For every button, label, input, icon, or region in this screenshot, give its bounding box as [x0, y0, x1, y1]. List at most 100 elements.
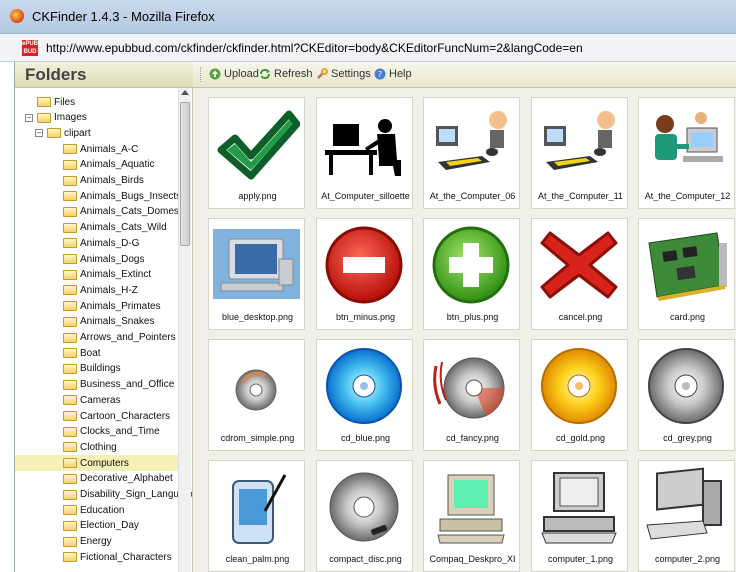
tree-folder-animals-h-z[interactable]: Animals_H-Z — [63, 282, 138, 298]
tree-folder-animals-bugs-insects[interactable]: Animals_Bugs_Insects — [63, 188, 181, 204]
folder-icon — [63, 191, 77, 202]
tree-folder-disability-sign-language[interactable]: Disability_Sign_Language — [63, 487, 192, 503]
circuit-card-icon — [643, 225, 730, 305]
file-thumbnail[interactable]: cd_gold.png — [531, 339, 628, 451]
tree-folder-animals-dogs[interactable]: Animals_Dogs — [63, 251, 144, 267]
tree-scrollbar[interactable] — [178, 88, 191, 572]
file-thumbnail[interactable]: At_the_Computer_12 — [638, 97, 735, 209]
people-at-computer-icon — [643, 104, 730, 184]
tree-folder-computers[interactable]: Computers — [15, 455, 178, 472]
file-thumbnail[interactable]: clean_palm.png — [208, 460, 305, 572]
folder-icon — [63, 316, 77, 327]
file-thumbnail[interactable]: At_the_Computer_11 — [531, 97, 628, 209]
file-thumbnail[interactable]: computer_1.png — [531, 460, 628, 572]
file-name: At_Computer_silloette — [321, 191, 410, 201]
file-thumbnail[interactable]: Compaq_Deskpro_XI — [423, 460, 520, 572]
file-thumbnail[interactable]: At_the_Computer_06 — [423, 97, 520, 209]
tree-folder-animals-aquatic[interactable]: Animals_Aquatic — [63, 157, 154, 173]
site-favicon-icon: ePUB BUD — [22, 40, 39, 56]
file-thumbnail[interactable]: compact_disc.png — [316, 460, 413, 572]
tree-folder-label: Animals_A-C — [80, 143, 139, 155]
folders-header: Folders — [15, 62, 193, 88]
window-title: CKFinder 1.4.3 - Mozilla Firefox — [32, 9, 215, 24]
tree-folder-arrows-and-pointers[interactable]: Arrows_and_Pointers — [63, 330, 176, 346]
help-button[interactable]: ? Help — [374, 68, 412, 80]
tree-folder-boat[interactable]: Boat — [63, 345, 101, 361]
tree-folder-buildings[interactable]: Buildings — [63, 361, 121, 377]
file-thumbnail[interactable]: cd_grey.png — [638, 339, 735, 451]
file-thumbnail[interactable]: computer_2.png — [638, 460, 735, 572]
wrench-icon — [317, 68, 328, 79]
settings-button[interactable]: Settings — [316, 68, 371, 80]
tree-folder-energy[interactable]: Energy — [63, 534, 112, 550]
file-thumbnail[interactable]: cd_fancy.png — [423, 339, 520, 451]
tree-folder-business-and-office[interactable]: Business_and_Office — [63, 377, 174, 393]
file-thumbnail[interactable]: cdrom_simple.png — [208, 339, 305, 451]
cd-icon — [536, 346, 623, 426]
refresh-label: Refresh — [274, 68, 313, 80]
computer-silhouette-icon — [321, 104, 408, 184]
tree-folder-animals-birds[interactable]: Animals_Birds — [63, 173, 144, 189]
file-name: cd_fancy.png — [446, 433, 499, 443]
tree-folder-images[interactable]: Images — [37, 110, 87, 126]
tree-folder-education[interactable]: Education — [63, 502, 124, 518]
tree-folder-animals-extinct[interactable]: Animals_Extinct — [63, 267, 151, 283]
url-field[interactable]: http://www.epubbud.com/ckfinder/ckfinder… — [46, 41, 583, 55]
file-thumbnail[interactable]: cancel.png — [531, 218, 628, 330]
tree-folder-label: Animals_Extinct — [80, 269, 152, 281]
tree-folder-animals-a-c[interactable]: Animals_A-C — [63, 141, 138, 157]
tree-folder-animals-cats-domestic[interactable]: Animals_Cats_Domestic — [63, 204, 189, 220]
tree-folder-decorative-alphabet[interactable]: Decorative_Alphabet — [63, 471, 173, 487]
pda-icon — [213, 467, 300, 547]
cd-icon — [213, 346, 300, 426]
file-thumbnail[interactable]: card.png — [638, 218, 735, 330]
tree-folder-label: Decorative_Alphabet — [80, 473, 173, 485]
upload-button[interactable]: Upload — [209, 68, 259, 80]
file-thumbnail[interactable]: btn_minus.png — [316, 218, 413, 330]
tree-folder-clothing[interactable]: Clothing — [63, 439, 117, 455]
cd-icon — [321, 346, 408, 426]
tree-folder-label: Education — [80, 504, 125, 516]
svg-text:?: ? — [378, 70, 382, 79]
folder-icon — [63, 238, 77, 249]
folder-icon — [63, 301, 77, 312]
file-thumbnail[interactable]: cd_blue.png — [316, 339, 413, 451]
person-at-computer-icon — [536, 104, 623, 184]
file-name: At_the_Computer_06 — [429, 191, 516, 201]
desktop-computer-icon — [213, 225, 300, 305]
refresh-button[interactable]: Refresh — [259, 68, 313, 80]
scroll-up-arrow-icon[interactable] — [181, 90, 189, 95]
tree-folder-clocks-and-time[interactable]: Clocks_and_Time — [63, 424, 160, 440]
tree-folder-animals-snakes[interactable]: Animals_Snakes — [63, 314, 154, 330]
tree-folder-clipart[interactable]: clipart — [47, 125, 91, 141]
tree-folder-fictional-characters[interactable]: Fictional_Characters — [63, 549, 172, 565]
person-at-computer-icon — [428, 104, 515, 184]
upload-label: Upload — [224, 68, 259, 80]
help-icon: ? — [374, 68, 386, 80]
folder-icon — [63, 395, 77, 406]
tree-folder-label: Buildings — [80, 363, 121, 375]
file-thumbnail[interactable]: blue_desktop.png — [208, 218, 305, 330]
tree-folder-animals-d-g[interactable]: Animals_D-G — [63, 235, 139, 251]
folder-tree: Files Images − clipart − Animals_A-C Animals_A… — [15, 88, 193, 572]
scrollbar-thumb[interactable] — [180, 102, 190, 246]
tree-folder-cameras[interactable]: Cameras — [63, 392, 121, 408]
tree-folder-files[interactable]: Files — [37, 94, 75, 110]
folder-icon — [37, 112, 51, 123]
tree-folder-label: Election_Day — [80, 520, 139, 532]
file-thumbnail[interactable]: At_Computer_silloette — [316, 97, 413, 209]
desktop-computer-icon — [428, 467, 515, 547]
tree-folder-animals-cats-wild[interactable]: Animals_Cats_Wild — [63, 220, 167, 236]
file-thumbnail[interactable]: btn_plus.png — [423, 218, 520, 330]
tree-folder-cartoon-characters[interactable]: Cartoon_Characters — [63, 408, 170, 424]
settings-label: Settings — [331, 68, 371, 80]
refresh-icon — [259, 68, 271, 80]
collapse-toggle-icon[interactable]: − — [25, 113, 33, 122]
file-thumbnail[interactable]: apply.png — [208, 97, 305, 209]
tree-folder-election-day[interactable]: Election_Day — [63, 518, 139, 534]
file-name: compact_disc.png — [329, 554, 402, 564]
tree-folder-animals-primates[interactable]: Animals_Primates — [63, 298, 161, 314]
collapse-toggle-icon[interactable]: − — [35, 129, 43, 138]
folder-icon — [63, 222, 77, 233]
file-name: blue_desktop.png — [221, 312, 294, 322]
